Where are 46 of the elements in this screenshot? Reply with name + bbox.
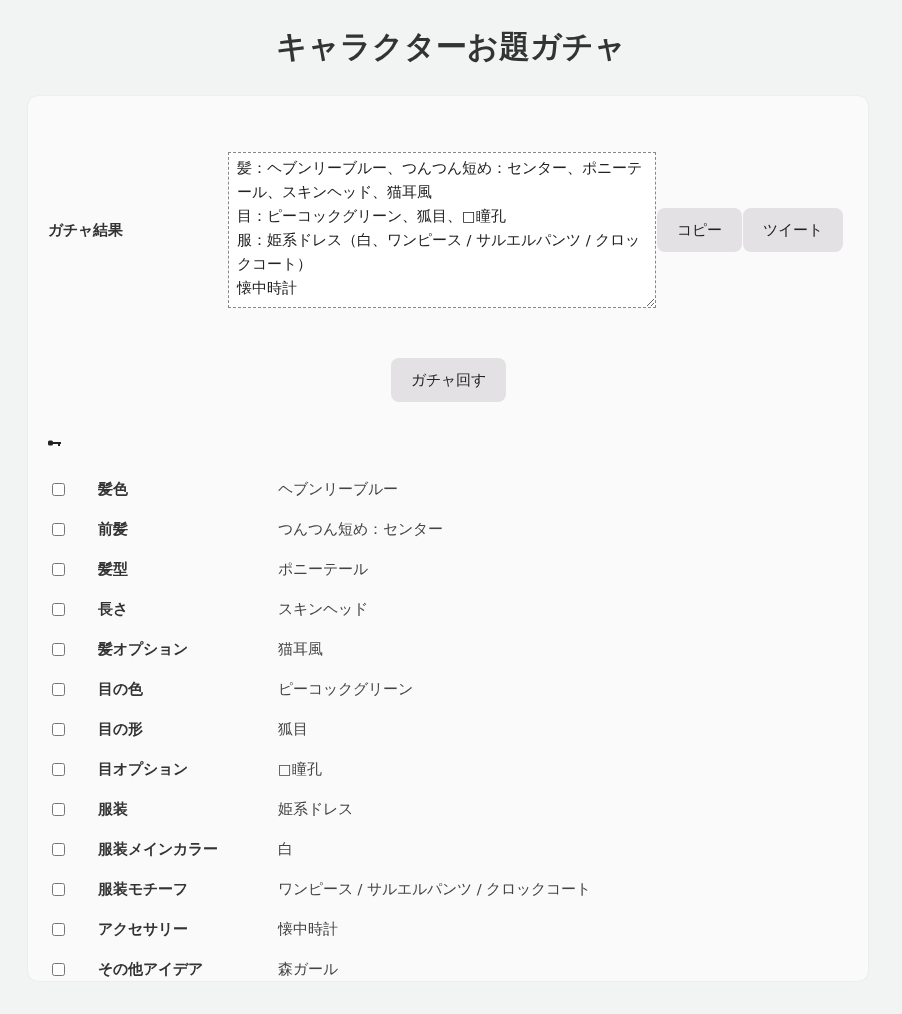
item-checkbox[interactable] xyxy=(52,922,65,936)
item-label: 長さ xyxy=(98,599,129,619)
item-checkbox[interactable] xyxy=(52,882,65,896)
item-label: 服装モチーフ xyxy=(98,879,189,899)
item-checkbox[interactable] xyxy=(52,762,65,776)
item-label: 目の形 xyxy=(98,719,144,739)
item-checkbox[interactable] xyxy=(52,482,65,496)
item-label: アクセサリー xyxy=(98,919,189,939)
item-value: ピーコックグリーン xyxy=(278,679,413,699)
item-label: 服装 xyxy=(98,799,129,819)
item-value: つんつん短め：センター xyxy=(278,519,443,539)
key-icon xyxy=(48,440,61,447)
item-value: 白 xyxy=(278,839,293,859)
item-value: ポニーテール xyxy=(278,559,368,579)
item-label: 髪色 xyxy=(98,479,129,499)
result-textarea[interactable]: 髪：ヘブンリーブルー、つんつん短め：センター、ポニーテール、スキンヘッド、猫耳風 目：ピーコックグリーン、狐目、□瞳孔 服：姫系ドレス（白、ワンピース / サルエルパンツ / クロックコート） 懐中時計 xyxy=(228,152,656,308)
item-label: 目の色 xyxy=(98,679,144,699)
item-value: スキンヘッド xyxy=(278,599,368,619)
item-value: 姫系ドレス xyxy=(278,799,353,819)
result-label: ガチャ結果 xyxy=(48,220,124,240)
item-value: 森ガール xyxy=(278,959,338,979)
item-label: 髪オプション xyxy=(98,639,189,659)
item-checkbox[interactable] xyxy=(52,682,65,696)
item-checkbox[interactable] xyxy=(52,602,65,616)
page-title: キャラクターお題ガチャ xyxy=(275,27,627,66)
item-value: 猫耳風 xyxy=(278,639,323,659)
item-checkbox[interactable] xyxy=(52,522,65,536)
copy-button[interactable]: コピー xyxy=(657,208,742,252)
item-label: 髪型 xyxy=(98,559,129,579)
item-label: 目オプション xyxy=(98,759,189,779)
item-label: 服装メインカラー xyxy=(98,839,219,859)
item-checkbox[interactable] xyxy=(52,642,65,656)
item-checkbox[interactable] xyxy=(52,722,65,736)
item-value: □瞳孔 xyxy=(278,759,322,779)
item-checkbox[interactable] xyxy=(52,562,65,576)
item-checkbox[interactable] xyxy=(52,842,65,856)
item-label: その他アイデア xyxy=(98,959,204,979)
item-value: 狐目 xyxy=(278,719,308,739)
spin-button[interactable]: ガチャ回す xyxy=(391,358,506,402)
item-value: ヘブンリーブルー xyxy=(278,479,398,499)
item-label: 前髪 xyxy=(98,519,129,539)
item-value: 懐中時計 xyxy=(278,919,338,939)
tweet-button[interactable]: ツイート xyxy=(743,208,843,252)
item-value: ワンピース / サルエルパンツ / クロックコート xyxy=(278,879,592,899)
item-checkbox[interactable] xyxy=(52,962,65,976)
item-checkbox[interactable] xyxy=(52,802,65,816)
